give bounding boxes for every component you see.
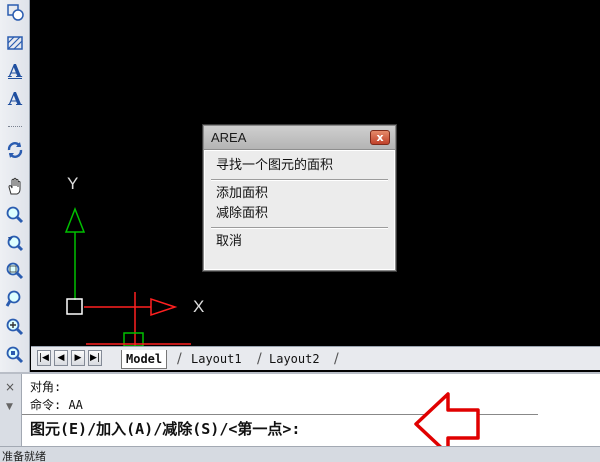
- close-icon[interactable]: ×: [5, 380, 15, 394]
- text-icon[interactable]: A: [3, 88, 27, 112]
- region-icon[interactable]: [3, 0, 27, 24]
- zoom-dynamic-icon[interactable]: [3, 287, 27, 311]
- command-history-line: 命令: AA: [30, 398, 83, 412]
- area-menu-titlebar: AREA x: [204, 126, 395, 150]
- menu-item-subtract-area[interactable]: 减除面积: [211, 204, 388, 224]
- left-toolbar: A A: [0, 0, 30, 372]
- zoom-window-icon[interactable]: [3, 259, 27, 283]
- close-icon[interactable]: x: [370, 130, 390, 145]
- next-tab-button[interactable]: ▶: [71, 350, 85, 366]
- area-menu-body: 寻找一个图元的面积 添加面积 减除面积 取消: [204, 150, 395, 270]
- menu-item-cancel[interactable]: 取消: [211, 232, 388, 252]
- command-history-line: 对角:: [30, 380, 62, 394]
- area-context-menu: AREA x 寻找一个图元的面积 添加面积 减除面积 取消: [203, 125, 396, 271]
- tab-model[interactable]: Model: [121, 350, 168, 369]
- menu-item-find-entity-area[interactable]: 寻找一个图元的面积: [211, 156, 388, 176]
- tab-layout1[interactable]: Layout1: [191, 350, 242, 369]
- tab-layout2[interactable]: Layout2: [269, 350, 320, 369]
- ucs-y-label: Y: [67, 174, 79, 193]
- regen-icon[interactable]: [3, 138, 27, 162]
- status-bar: 准备就绪: [0, 446, 600, 462]
- pan-icon[interactable]: [3, 174, 27, 198]
- hatch-icon[interactable]: [3, 31, 27, 55]
- menu-item-add-area[interactable]: 添加面积: [211, 184, 388, 204]
- menu-separator: [211, 179, 388, 181]
- command-window: × ▼ 对角: 命令: AA 图元(E)/加入(A)/减除(S)/<第一点>:: [0, 372, 600, 446]
- chevron-down-icon[interactable]: ▼: [6, 402, 13, 412]
- command-window-handle[interactable]: × ▼: [0, 374, 22, 446]
- multiline-text-icon[interactable]: A: [3, 60, 27, 84]
- toolbar-separator: [8, 126, 22, 127]
- menu-separator: [211, 227, 388, 229]
- last-tab-button[interactable]: ▶|: [88, 350, 102, 366]
- zoom-realtime-icon[interactable]: [3, 203, 27, 227]
- command-prompt: 图元(E)/加入(A)/减除(S)/<第一点>:: [30, 420, 301, 438]
- prev-tab-button[interactable]: ◀: [54, 350, 68, 366]
- layout-tab-strip: |◀ ◀ ▶ ▶| Model / Layout1 / Layout2 /: [31, 346, 600, 370]
- zoom-extents-icon[interactable]: [3, 343, 27, 367]
- ucs-x-label: X: [193, 297, 205, 316]
- first-tab-button[interactable]: |◀: [37, 350, 51, 366]
- zoom-previous-icon[interactable]: [3, 231, 27, 255]
- area-menu-title: AREA: [211, 130, 247, 145]
- status-text: 准备就绪: [2, 450, 46, 462]
- zoom-in-icon[interactable]: [3, 315, 27, 339]
